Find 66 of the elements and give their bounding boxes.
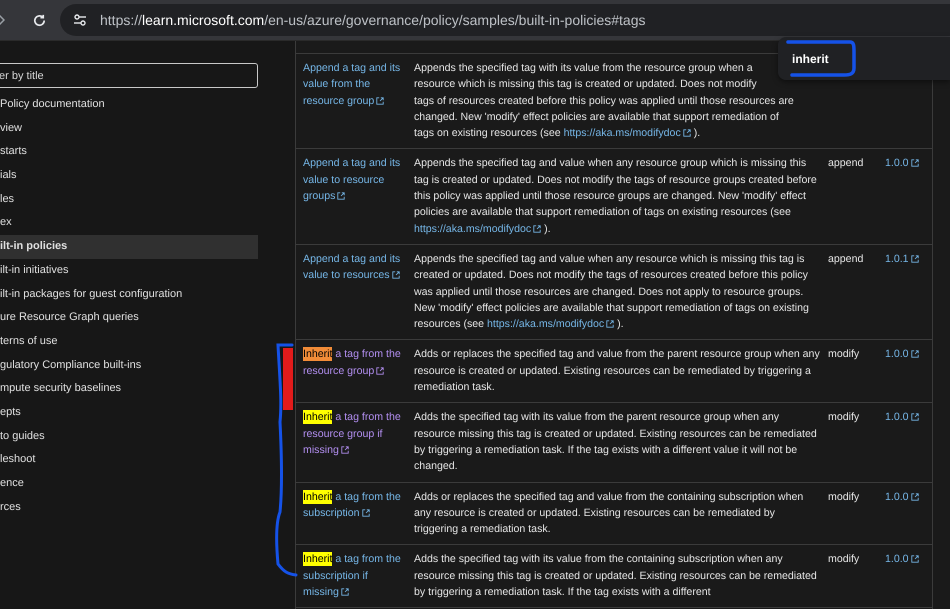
external-link-icon[interactable] <box>362 508 370 517</box>
external-link-icon[interactable] <box>910 350 919 358</box>
version-link[interactable]: 1.0.1 <box>885 252 919 265</box>
nav-item[interactable]: rces <box>0 496 258 520</box>
reload-icon[interactable] <box>32 12 47 28</box>
external-link-icon[interactable] <box>910 492 919 501</box>
effect-text: append <box>828 252 864 265</box>
modify-doc-link[interactable]: https://aka.ms/modifydoc <box>487 318 614 330</box>
modify-doc-link[interactable]: https://aka.ms/modifydoc <box>564 127 691 140</box>
nav-item[interactable]: ials <box>0 164 258 188</box>
nav-item[interactable]: ilt-in initiatives <box>0 258 258 282</box>
external-link-icon[interactable] <box>606 320 614 328</box>
effect-text: modify <box>828 490 860 503</box>
policy-link[interactable]: Append a tag and its value to resources <box>303 250 402 284</box>
external-link-icon[interactable] <box>376 96 384 105</box>
effect-text: modify <box>828 553 860 566</box>
effect-text: modify <box>828 348 860 360</box>
policy-link[interactable]: Append a tag and its value to resource groups <box>303 155 402 204</box>
nav-item[interactable]: ex <box>0 211 258 236</box>
address-bar[interactable]: https://learn.microsoft.com/en-us/azure/governance/policy/samples/built-in-policies#tags <box>60 4 950 36</box>
external-link-icon[interactable] <box>340 588 349 596</box>
nav-item[interactable]: les <box>0 188 258 212</box>
nav-item[interactable]: Policy documentation <box>0 93 258 117</box>
external-link-icon[interactable] <box>910 555 919 564</box>
nav-item[interactable]: terns of use <box>0 330 258 354</box>
nav-item[interactable]: mpute security baselines <box>0 377 258 401</box>
highlight-marker <box>283 348 293 410</box>
policy-description: Appends the specified tag and value when any resource which is missing this tag is created or updated. Does not modify the tags of resources created before this policy was applied until those resources are changed. Does not apply to resource groups. New 'modify' effect policies are available that support remediation of tags on existing resources (see https://aka.ms/modifydoc ). <box>414 252 809 330</box>
external-link-icon[interactable] <box>910 413 919 422</box>
external-link-icon[interactable] <box>910 254 919 263</box>
external-link-icon[interactable] <box>337 192 346 200</box>
nav-item[interactable]: ence <box>0 472 258 496</box>
nav-item[interactable]: ilt-in packages for guest configuration <box>0 282 258 306</box>
site-settings-icon[interactable] <box>72 12 88 28</box>
version-link[interactable]: 1.0.0 <box>885 157 919 170</box>
external-link-icon[interactable] <box>376 366 384 375</box>
forward-icon[interactable] <box>0 15 5 25</box>
nav-item[interactable]: ure Resource Graph queries <box>0 306 258 330</box>
version-link[interactable]: 1.0.0 <box>885 348 919 360</box>
nav-item[interactable]: leshoot <box>0 448 258 472</box>
policy-link[interactable]: Append a tag and its value from the resource group <box>303 60 402 109</box>
nav-item[interactable]: view <box>0 116 258 140</box>
external-link-icon[interactable] <box>340 446 349 454</box>
effect-text: append <box>828 157 864 170</box>
nav-item[interactable]: epts <box>0 400 258 425</box>
policy-description: Appends the specified tag and value when any resource group which is missing this tag is created or updated. Does not modify the tags of resource groups created before this policy was applied until those resource groups are changed. New 'modify' effect policies are available that support remediation of tags on existing resources (see https://aka.ms/modifydoc ). <box>414 157 817 235</box>
external-link-icon[interactable] <box>533 224 542 233</box>
find-field[interactable]: inherit <box>792 52 912 66</box>
nav-item[interactable]: gulatory Compliance built-ins <box>0 354 258 378</box>
version-link[interactable]: 1.0.0 <box>885 490 919 503</box>
policy-description: Adds the specified tag with its value from the containing subscription when any resource missing this tag is created or updated. Existing resources can be remediated by triggering a remediation task. If the tag exists with a different <box>414 553 817 598</box>
policy-description: Adds or replaces the specified tag and value from the containing subscription when any resource is created or updated. Existing resources can be remediated by triggering a remediation task. <box>414 490 804 536</box>
policy-description: Appends the specified tag with its value from the resource group when a resource which is missing this tag is created or updated. Does not modify tags of resources created before this policy was applied until those resources are changed. New 'modify' effect policies are available that support remediation of tags on existing resources (see https://aka.ms/modifydoc ). <box>414 62 794 140</box>
modify-doc-link[interactable]: https://aka.ms/modifydoc <box>414 222 542 235</box>
nav-item[interactable]: starts <box>0 140 258 164</box>
external-link-icon[interactable] <box>392 271 400 280</box>
nav-item[interactable]: ilt-in policies <box>0 235 258 259</box>
policy-description: Adds the specified tag with its value from the parent resource group when any resource missing this tag is created or updated. Existing resources can be remediated by triggering a remediation task. If the tag exists with a different value it will not be changed. <box>414 411 817 472</box>
url-text[interactable]: https://learn.microsoft.com/en-us/azure/governance/policy/samples/built-in-policies#tags <box>100 12 646 28</box>
effect-text: modify <box>828 411 860 424</box>
policy-description: Adds or replaces the specified tag and value from the parent resource group when any resource is created or updated. Existing resources can be remediated by triggering a remediation task. <box>414 348 820 394</box>
external-link-icon[interactable] <box>910 159 919 168</box>
version-link[interactable]: 1.0.0 <box>885 411 919 424</box>
nav-item[interactable]: to guides <box>0 424 258 448</box>
version-link[interactable]: 1.0.0 <box>885 553 919 566</box>
external-link-icon[interactable] <box>682 129 691 138</box>
